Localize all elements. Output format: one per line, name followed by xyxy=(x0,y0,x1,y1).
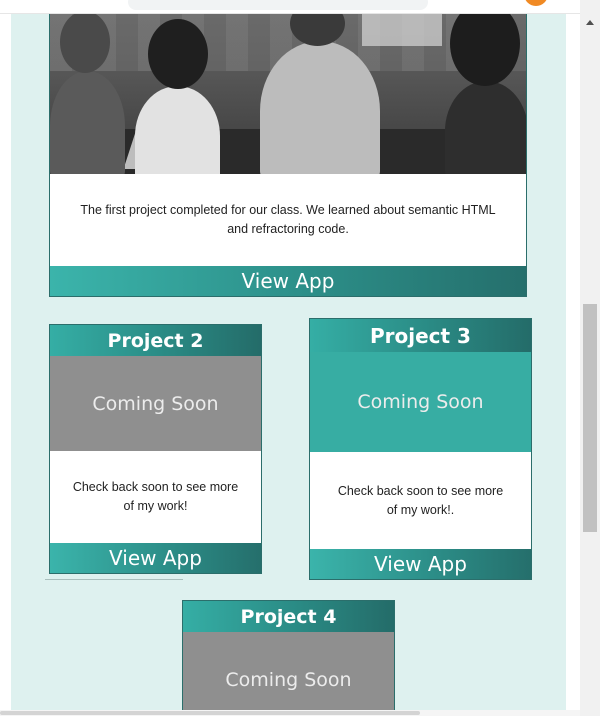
team-meeting-photo xyxy=(50,1,526,174)
view-app-button-1[interactable]: View App xyxy=(50,266,526,296)
project-2-title: Project 2 xyxy=(50,325,261,356)
portfolio-page: The first project completed for our clas… xyxy=(11,0,566,716)
project-3-placeholder: Coming Soon xyxy=(310,352,531,452)
address-bar[interactable] xyxy=(128,0,428,10)
project-4-title: Project 4 xyxy=(183,601,394,632)
vertical-scroll-thumb[interactable] xyxy=(583,304,597,532)
project-2-placeholder: Coming Soon xyxy=(50,356,261,451)
project-4-placeholder: Coming Soon xyxy=(183,632,394,716)
project-card-4: Project 4 Coming Soon xyxy=(182,600,395,716)
project-2-description: Check back soon to see more of my work! xyxy=(72,480,239,513)
profile-avatar[interactable] xyxy=(524,0,548,6)
horizontal-scrollbar[interactable] xyxy=(0,710,580,716)
project-1-description: The first project completed for our clas… xyxy=(80,203,496,236)
divider-line xyxy=(45,579,183,580)
vertical-scrollbar[interactable] xyxy=(580,0,600,716)
browser-toolbar xyxy=(0,0,580,14)
project-card-1: The first project completed for our clas… xyxy=(49,0,527,297)
project-3-description: Check back soon to see more of my work!. xyxy=(337,483,504,517)
project-card-2: Project 2 Coming Soon Check back soon to… xyxy=(49,324,262,574)
view-app-button-3[interactable]: View App xyxy=(310,549,531,579)
project-card-3: Project 3 Coming Soon Check back soon to… xyxy=(309,318,532,580)
horizontal-scroll-thumb[interactable] xyxy=(0,711,420,715)
view-app-button-2[interactable]: View App xyxy=(50,543,261,573)
project-3-title: Project 3 xyxy=(310,319,531,352)
scroll-up-arrow-icon[interactable] xyxy=(586,20,594,25)
